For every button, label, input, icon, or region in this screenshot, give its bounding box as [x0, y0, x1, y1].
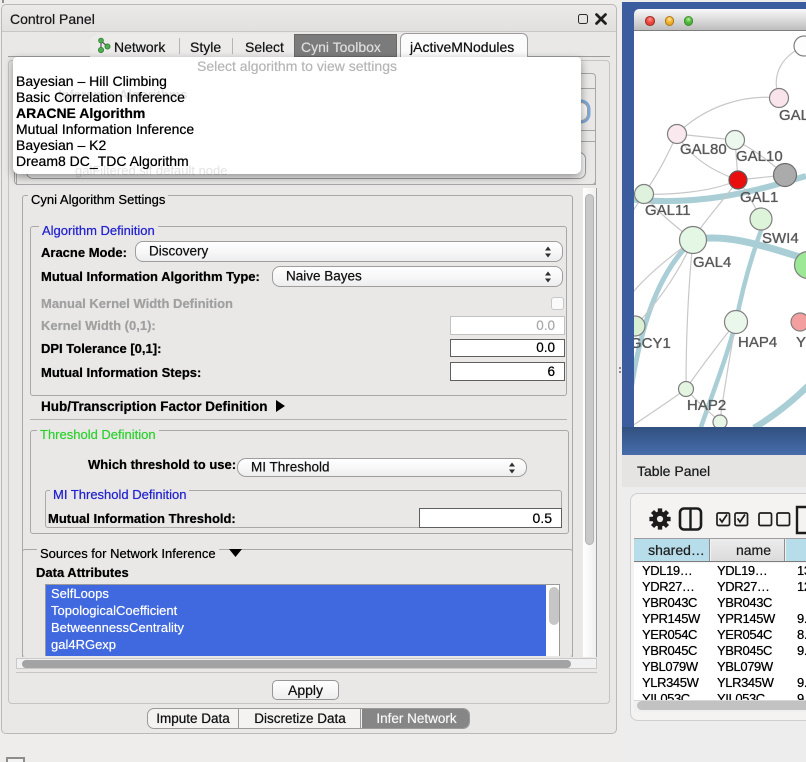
svg-text:SWI4: SWI4 — [762, 230, 799, 247]
svg-text:HAP2: HAP2 — [687, 397, 726, 414]
svg-text:HAP4: HAP4 — [738, 334, 777, 351]
svg-text:GAL7: GAL7 — [779, 107, 806, 124]
svg-text:GAL11: GAL11 — [645, 202, 691, 219]
svg-text:GAL1: GAL1 — [740, 189, 778, 206]
svg-text:GAL10: GAL10 — [736, 148, 783, 165]
svg-text:Y: Y — [796, 334, 806, 351]
svg-text:GAL4: GAL4 — [693, 254, 731, 271]
svg-text:GCY1: GCY1 — [634, 335, 671, 352]
svg-text:GAL80: GAL80 — [680, 141, 727, 158]
